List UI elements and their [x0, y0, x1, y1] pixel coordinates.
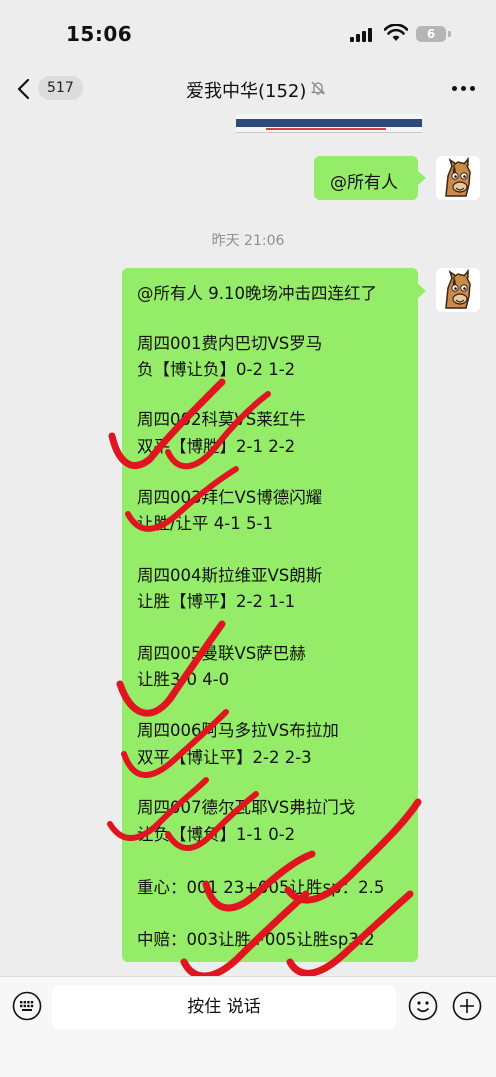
- message-line: 周四001费内巴切VS罗马: [137, 334, 323, 353]
- message-line: 周四004斯拉维亚VS朗斯: [137, 566, 323, 585]
- emoji-icon[interactable]: [408, 991, 438, 1021]
- unread-count-badge[interactable]: 517: [38, 76, 83, 100]
- message-line: 让负【博负】1-1 0-2: [137, 825, 296, 844]
- message-line: 负【博让负】0-2 1-2: [137, 360, 296, 379]
- message-line: 周四007德尔瓦耶VS弗拉门戈: [137, 798, 356, 817]
- mute-icon: [310, 81, 326, 95]
- message-line: 中赔：003让胜+005让胜sp3.2: [137, 930, 375, 949]
- keyboard-icon[interactable]: [12, 991, 42, 1021]
- battery-icon: 6: [416, 26, 446, 42]
- wifi-icon: [384, 24, 408, 41]
- timestamp: 昨天 21:06: [211, 233, 285, 249]
- input-bar: 按住 说话: [0, 976, 496, 1077]
- signal-icon: [350, 26, 376, 42]
- avatar[interactable]: [436, 156, 480, 200]
- message-bubble-mention[interactable]: @所有人: [314, 156, 418, 200]
- horse-avatar-icon: [436, 156, 480, 200]
- message-line: 让胜/让平 4-1 5-1: [137, 514, 273, 533]
- message-line: 周四006阿马多拉VS布拉加: [137, 721, 339, 740]
- chat-area[interactable]: @所有人 昨天 21:06 @所有人 9.10晚场冲击四连红了 周四001费内巴…: [0, 114, 496, 976]
- message-line: 让胜3-0 4-0: [137, 670, 230, 689]
- message-line: @所有人 9.10晚场冲击四连红了: [137, 284, 377, 303]
- back-icon[interactable]: [14, 78, 34, 100]
- message-line: 让胜【博平】2-2 1-1: [137, 592, 296, 611]
- hold-to-talk-button[interactable]: 按住 说话: [52, 985, 396, 1029]
- chat-header: 517 爱我中华(152): [0, 62, 496, 114]
- message-bubble-predictions[interactable]: @所有人 9.10晚场冲击四连红了 周四001费内巴切VS罗马 负【博让负】0-…: [122, 268, 418, 962]
- message-line: 周四002科莫VS莱红牛: [137, 410, 306, 429]
- bubble-tail: [418, 171, 426, 185]
- message-line: 双平【博让平】2-2 2-3: [137, 748, 312, 767]
- message-line: 周四003拜仁VS博德闪耀: [137, 488, 323, 507]
- status-time: 15:06: [66, 22, 133, 46]
- message-line: 周四005曼联VS萨巴赫: [137, 644, 306, 663]
- plus-icon[interactable]: [452, 991, 482, 1021]
- message-line: 双平【博胜】2-1 2-2: [137, 437, 296, 456]
- bubble-tail: [418, 284, 426, 298]
- horse-avatar-icon: [436, 268, 480, 312]
- battery-tip: [448, 31, 451, 37]
- avatar[interactable]: [436, 268, 480, 312]
- message-line: 重心：001 23+005让胜sp：2.5: [137, 878, 385, 897]
- more-icon[interactable]: [452, 86, 476, 92]
- previous-image-message[interactable]: [236, 114, 422, 133]
- status-bar: 15:06 6: [0, 0, 496, 60]
- chat-title: 爱我中华(152): [186, 81, 307, 102]
- message-text: @所有人: [330, 173, 398, 193]
